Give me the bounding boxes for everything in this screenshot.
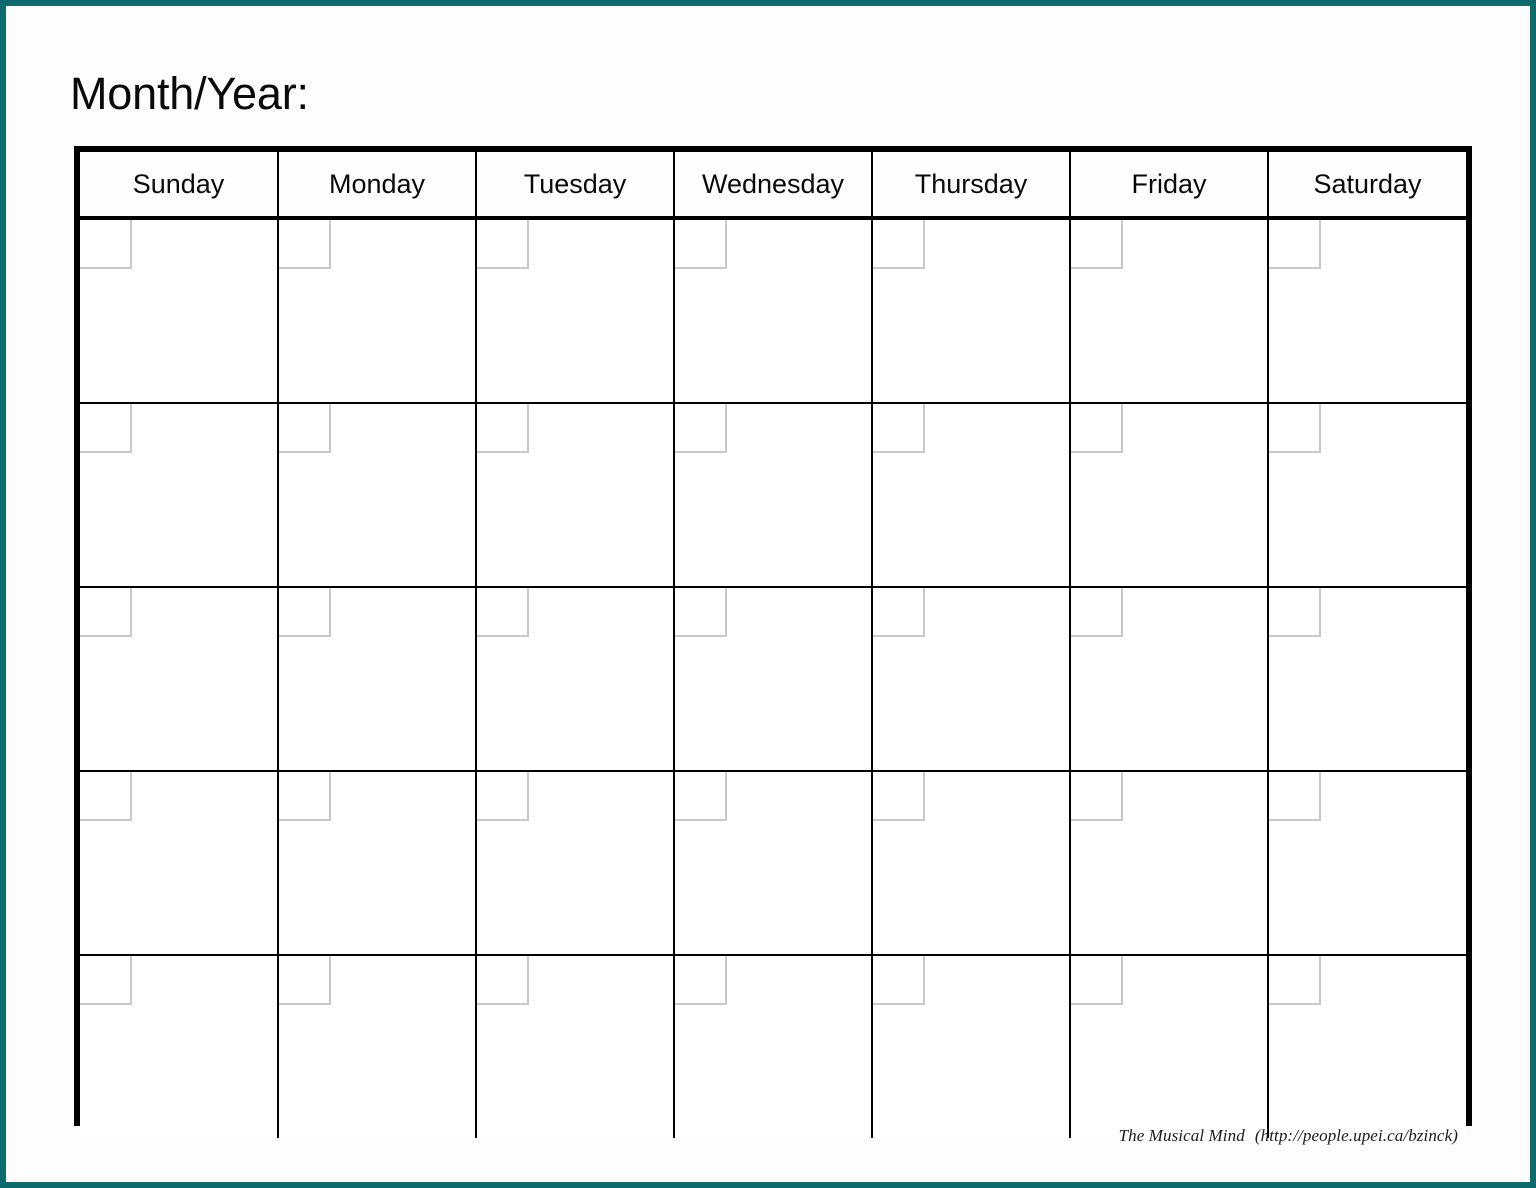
date-number-box[interactable] xyxy=(1071,404,1123,453)
calendar-day-cell[interactable] xyxy=(1069,770,1269,956)
weekday-header-saturday: Saturday xyxy=(1267,152,1466,220)
calendar-day-cell[interactable] xyxy=(871,402,1071,588)
calendar-day-cell[interactable] xyxy=(277,217,477,404)
calendar-day-cell[interactable] xyxy=(673,217,873,404)
date-number-box[interactable] xyxy=(1269,956,1321,1005)
calendar-day-cell[interactable] xyxy=(1267,402,1466,588)
weekday-header-tuesday: Tuesday xyxy=(475,152,675,220)
calendar-day-cell[interactable] xyxy=(1069,586,1269,772)
calendar-day-cell[interactable] xyxy=(871,217,1071,404)
date-number-box[interactable] xyxy=(80,220,132,269)
date-number-box[interactable] xyxy=(675,404,727,453)
calendar-day-cell[interactable] xyxy=(80,770,279,956)
weekday-header-thursday: Thursday xyxy=(871,152,1071,220)
footer-credit-name: The Musical Mind xyxy=(1118,1126,1245,1145)
calendar-day-cell[interactable] xyxy=(871,954,1071,1138)
calendar-body xyxy=(80,217,1466,1138)
date-number-box[interactable] xyxy=(80,772,132,821)
date-number-box[interactable] xyxy=(675,956,727,1005)
calendar-day-cell[interactable] xyxy=(475,770,675,956)
calendar-day-cell[interactable] xyxy=(475,402,675,588)
calendar-week-row xyxy=(80,586,1466,772)
calendar-day-cell[interactable] xyxy=(1267,217,1466,404)
date-number-box[interactable] xyxy=(477,956,529,1005)
date-number-box[interactable] xyxy=(279,220,331,269)
page-surface: Month/Year: Sunday Monday Tuesday Wednes… xyxy=(6,6,1530,1182)
calendar-day-cell[interactable] xyxy=(1069,217,1269,404)
date-number-box[interactable] xyxy=(477,772,529,821)
weekday-header-sunday: Sunday xyxy=(80,152,279,220)
calendar-day-cell[interactable] xyxy=(277,402,477,588)
calendar-grid: Sunday Monday Tuesday Wednesday Thursday… xyxy=(74,146,1472,1138)
calendar-day-cell[interactable] xyxy=(871,770,1071,956)
date-number-box[interactable] xyxy=(873,588,925,637)
date-number-box[interactable] xyxy=(80,404,132,453)
calendar-day-cell[interactable] xyxy=(673,770,873,956)
calendar-day-cell[interactable] xyxy=(1267,586,1466,772)
calendar-table: Sunday Monday Tuesday Wednesday Thursday… xyxy=(80,152,1466,1138)
calendar-day-cell[interactable] xyxy=(277,586,477,772)
calendar-day-cell[interactable] xyxy=(80,586,279,772)
weekday-header-row: Sunday Monday Tuesday Wednesday Thursday… xyxy=(80,152,1466,220)
calendar-week-row xyxy=(80,954,1466,1138)
date-number-box[interactable] xyxy=(1071,772,1123,821)
date-number-box[interactable] xyxy=(477,404,529,453)
calendar-day-cell[interactable] xyxy=(80,217,279,404)
date-number-box[interactable] xyxy=(1071,956,1123,1005)
calendar-week-row xyxy=(80,217,1466,404)
calendar-day-cell[interactable] xyxy=(1267,954,1466,1138)
calendar-header-row: Sunday Monday Tuesday Wednesday Thursday… xyxy=(80,152,1466,220)
date-number-box[interactable] xyxy=(1269,220,1321,269)
date-number-box[interactable] xyxy=(80,956,132,1005)
calendar-day-cell[interactable] xyxy=(277,770,477,956)
weekday-header-wednesday: Wednesday xyxy=(673,152,873,220)
date-number-box[interactable] xyxy=(477,220,529,269)
date-number-box[interactable] xyxy=(477,588,529,637)
calendar-week-row xyxy=(80,402,1466,588)
footer-credit: The Musical Mind (http://people.upei.ca/b… xyxy=(1119,1126,1458,1146)
calendar-day-cell[interactable] xyxy=(673,586,873,772)
date-number-box[interactable] xyxy=(873,404,925,453)
date-number-box[interactable] xyxy=(873,956,925,1005)
weekday-header-friday: Friday xyxy=(1069,152,1269,220)
date-number-box[interactable] xyxy=(873,772,925,821)
date-number-box[interactable] xyxy=(675,220,727,269)
date-number-box[interactable] xyxy=(675,588,727,637)
page-frame: Month/Year: Sunday Monday Tuesday Wednes… xyxy=(0,0,1536,1188)
calendar-day-cell[interactable] xyxy=(277,954,477,1138)
date-number-box[interactable] xyxy=(675,772,727,821)
calendar-day-cell[interactable] xyxy=(475,954,675,1138)
calendar-day-cell[interactable] xyxy=(871,586,1071,772)
calendar-day-cell[interactable] xyxy=(80,954,279,1138)
calendar-day-cell[interactable] xyxy=(1069,402,1269,588)
calendar-day-cell[interactable] xyxy=(673,402,873,588)
date-number-box[interactable] xyxy=(1269,404,1321,453)
date-number-box[interactable] xyxy=(1071,220,1123,269)
calendar-day-cell[interactable] xyxy=(1267,770,1466,956)
date-number-box[interactable] xyxy=(1269,588,1321,637)
date-number-box[interactable] xyxy=(279,956,331,1005)
calendar-day-cell[interactable] xyxy=(80,402,279,588)
calendar-day-cell[interactable] xyxy=(673,954,873,1138)
date-number-box[interactable] xyxy=(1269,772,1321,821)
date-number-box[interactable] xyxy=(1071,588,1123,637)
page-title: Month/Year: xyxy=(70,68,309,119)
date-number-box[interactable] xyxy=(873,220,925,269)
date-number-box[interactable] xyxy=(279,772,331,821)
date-number-box[interactable] xyxy=(279,588,331,637)
weekday-header-monday: Monday xyxy=(277,152,477,220)
footer-credit-url: (http://people.upei.ca/bzinck) xyxy=(1254,1126,1458,1145)
calendar-day-cell[interactable] xyxy=(1069,954,1269,1138)
calendar-day-cell[interactable] xyxy=(475,217,675,404)
date-number-box[interactable] xyxy=(80,588,132,637)
calendar-day-cell[interactable] xyxy=(475,586,675,772)
calendar-week-row xyxy=(80,770,1466,956)
date-number-box[interactable] xyxy=(279,404,331,453)
